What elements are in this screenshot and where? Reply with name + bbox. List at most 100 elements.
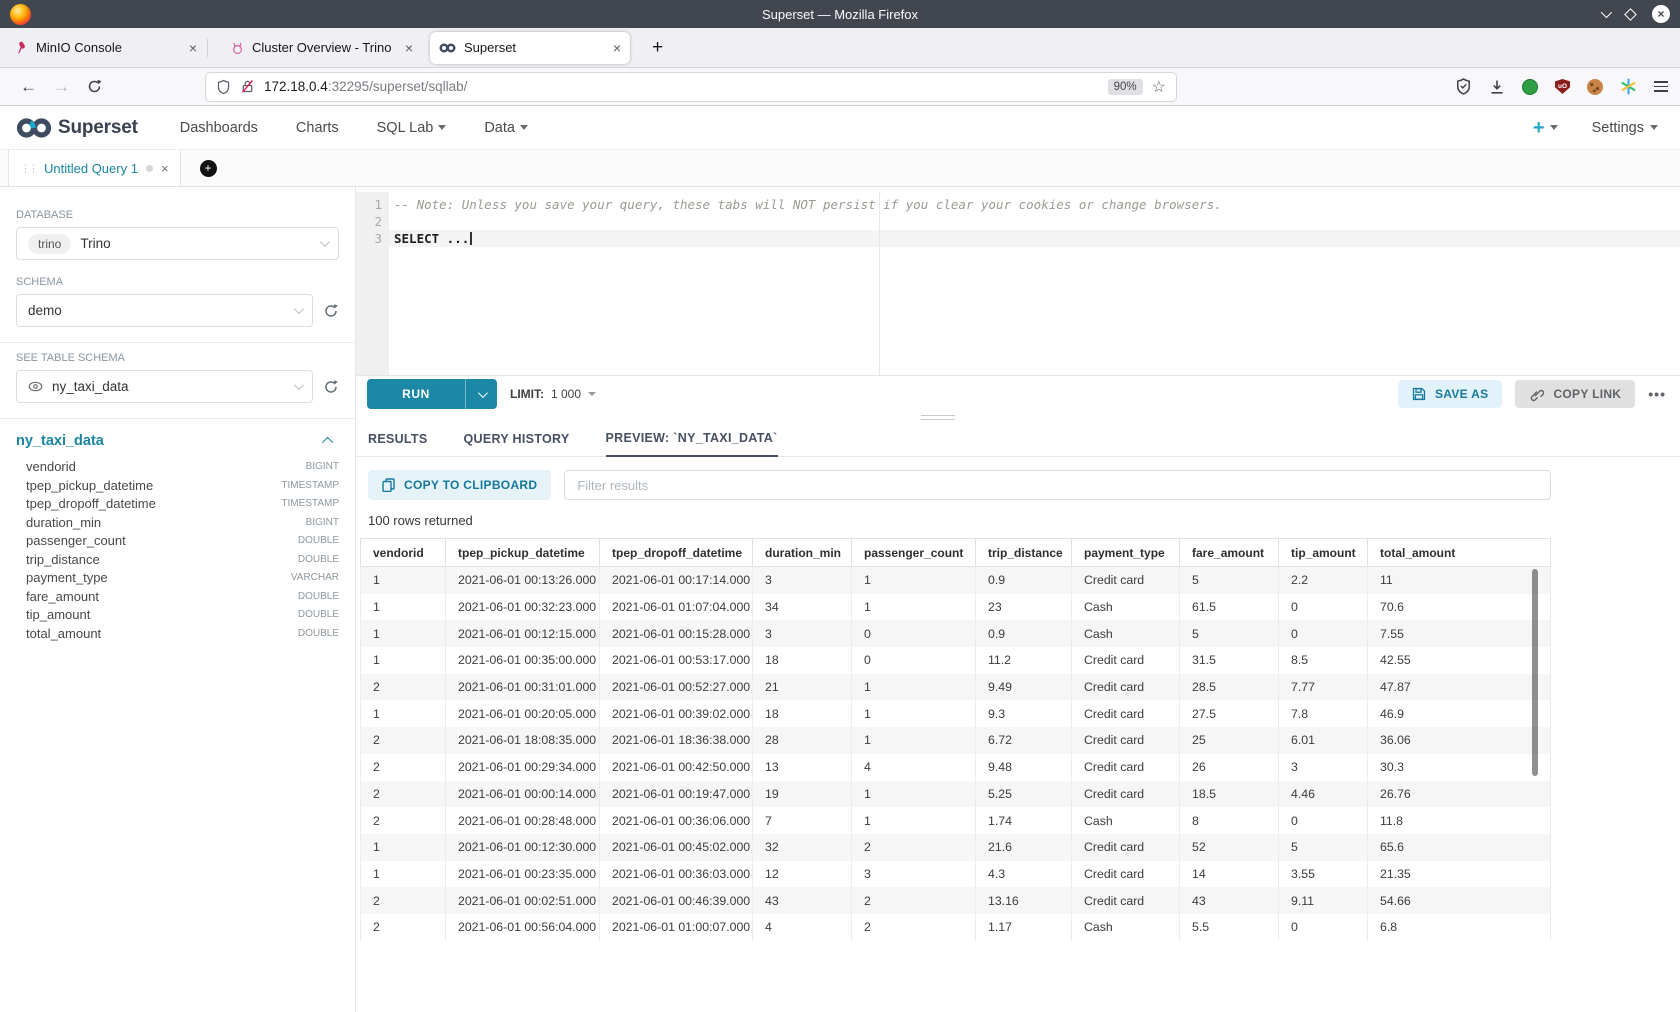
pane-resize-handle[interactable] <box>356 412 1680 424</box>
copy-icon <box>382 478 395 492</box>
extension-green-icon[interactable] <box>1522 79 1538 95</box>
column-header-total_amount[interactable]: total_amount <box>1368 539 1550 566</box>
schema-column-row: fare_amountDOUBLE <box>16 588 339 607</box>
browser-tab-superset[interactable]: Superset × <box>430 32 630 64</box>
copy-link-button[interactable]: COPY LINK <box>1515 380 1635 408</box>
tab-close-icon[interactable]: × <box>189 41 197 55</box>
filter-results-input[interactable] <box>564 470 1551 500</box>
tab-preview-ny-taxi-data[interactable]: PREVIEW: `NY_TAXI_DATA` <box>606 431 778 457</box>
column-name: tpep_dropoff_datetime <box>26 497 156 512</box>
column-header-vendorid[interactable]: vendorid <box>361 539 446 566</box>
nav-item-data[interactable]: Data <box>484 120 528 136</box>
downloads-icon[interactable] <box>1489 79 1505 95</box>
table-name-link[interactable]: ny_taxi_data <box>16 433 104 449</box>
refresh-schema-icon[interactable] <box>323 303 339 319</box>
table-cell: 9.11 <box>1279 887 1368 914</box>
column-header-tip_amount[interactable]: tip_amount <box>1279 539 1368 566</box>
window-maximize-icon[interactable] <box>1624 8 1637 21</box>
copy-to-clipboard-button[interactable]: COPY TO CLIPBOARD <box>368 470 551 500</box>
column-header-passenger_count[interactable]: passenger_count <box>852 539 976 566</box>
insecure-lock-icon[interactable] <box>240 79 255 94</box>
table-cell: 2021-06-01 00:20:05.000 <box>446 700 600 727</box>
sql-editor[interactable]: 1 2 3 -- Note: Unless you save your quer… <box>356 192 1680 376</box>
chevron-down-icon <box>438 125 446 130</box>
run-label[interactable]: RUN <box>367 379 465 409</box>
table-cell: 9.3 <box>976 700 1072 727</box>
table-cell: 1 <box>361 620 446 647</box>
url-bar[interactable]: 172.18.0.4:32295/superset/sqllab/ 90% ☆ <box>205 72 1177 102</box>
tab-results[interactable]: RESULTS <box>368 432 428 456</box>
column-header-duration_min[interactable]: duration_min <box>753 539 852 566</box>
schema-column-row: tip_amountDOUBLE <box>16 606 339 625</box>
browser-new-tab-button[interactable]: + <box>652 38 663 57</box>
table-cell: 1 <box>361 861 446 888</box>
database-select[interactable]: trino Trino <box>16 227 339 260</box>
table-cell: 7.55 <box>1368 620 1550 647</box>
new-query-tab-button[interactable]: + <box>200 160 217 177</box>
table-row: 12021-06-01 00:20:05.0002021-06-01 00:39… <box>361 700 1550 727</box>
table-cell: 2021-06-01 18:08:35.000 <box>446 727 600 754</box>
column-header-fare_amount[interactable]: fare_amount <box>1180 539 1279 566</box>
chevron-down-icon <box>520 125 528 130</box>
table-cell: 14 <box>1180 861 1279 888</box>
table-cell: 21.35 <box>1368 861 1550 888</box>
table-cell: 11 <box>1368 567 1550 594</box>
drag-handle-icon[interactable]: ⋮⋮ <box>20 162 36 175</box>
nav-item-sql-lab[interactable]: SQL Lab <box>377 120 447 136</box>
collapse-table-icon[interactable] <box>322 437 333 448</box>
reload-icon[interactable] <box>78 79 111 94</box>
column-header-tpep_pickup_datetime[interactable]: tpep_pickup_datetime <box>446 539 600 566</box>
query-tab-close-icon[interactable]: × <box>161 161 169 176</box>
table-cell: 8 <box>1180 807 1279 834</box>
table-cell: 2021-06-01 01:00:07.000 <box>600 914 753 941</box>
zoom-level-badge[interactable]: 90% <box>1108 79 1143 95</box>
nav-item-charts[interactable]: Charts <box>296 120 339 136</box>
tab-close-icon[interactable]: × <box>405 41 413 55</box>
tab-query-history[interactable]: QUERY HISTORY <box>464 432 570 456</box>
table-select[interactable]: ny_taxi_data <box>16 370 313 403</box>
tracking-shield-icon[interactable] <box>216 79 231 95</box>
table-row: 22021-06-01 00:28:48.0002021-06-01 00:36… <box>361 807 1550 834</box>
column-header-trip_distance[interactable]: trip_distance <box>976 539 1072 566</box>
table-scrollbar[interactable] <box>1532 569 1538 776</box>
table-cell: 0.9 <box>976 620 1072 647</box>
cookie-extension-icon[interactable] <box>1587 79 1603 95</box>
column-header-payment_type[interactable]: payment_type <box>1072 539 1180 566</box>
nav-item-dashboards[interactable]: Dashboards <box>180 120 258 136</box>
forward-icon[interactable]: → <box>45 77 78 97</box>
tab-close-icon[interactable]: × <box>613 41 621 55</box>
pocket-shield-icon[interactable] <box>1455 78 1472 95</box>
multicolor-asterisk-icon[interactable] <box>1620 78 1637 95</box>
results-table-header: vendoridtpep_pickup_datetimetpep_dropoff… <box>360 538 1551 567</box>
table-cell: 0 <box>1279 914 1368 941</box>
run-query-button[interactable]: RUN <box>367 379 497 409</box>
table-cell: 2021-06-01 00:29:34.000 <box>446 754 600 781</box>
back-icon[interactable]: ← <box>12 77 45 97</box>
ublock-origin-icon[interactable]: uO <box>1555 79 1570 94</box>
table-cell: 0 <box>852 620 976 647</box>
column-type: VARCHAR <box>291 571 339 586</box>
table-cell: 2021-06-01 00:36:03.000 <box>600 861 753 888</box>
table-cell: 32 <box>753 834 852 861</box>
limit-dropdown[interactable]: LIMIT: 1 000 <box>510 387 596 401</box>
window-close-icon[interactable]: × <box>1652 5 1670 23</box>
brand-title: Superset <box>58 117 138 139</box>
more-actions-button[interactable]: ••• <box>1648 386 1666 402</box>
run-options-caret[interactable] <box>465 379 497 409</box>
query-tab[interactable]: ⋮⋮ Untitled Query 1 × <box>8 150 181 186</box>
menu-hamburger-icon[interactable] <box>1654 81 1668 92</box>
column-header-tpep_dropoff_datetime[interactable]: tpep_dropoff_datetime <box>600 539 753 566</box>
window-minimize-icon[interactable] <box>1601 7 1612 18</box>
editor-code[interactable]: -- Note: Unless you save your query, the… <box>389 192 1680 375</box>
browser-tab-trino[interactable]: Cluster Overview - Trino × <box>222 32 422 64</box>
print-margin-line <box>879 192 880 375</box>
bookmark-star-icon[interactable]: ☆ <box>1152 77 1166 97</box>
editor-query-line: SELECT ... <box>394 231 469 246</box>
settings-menu[interactable]: Settings <box>1592 120 1658 136</box>
table-cell: 0 <box>852 647 976 674</box>
save-as-button[interactable]: SAVE AS <box>1398 380 1502 408</box>
refresh-tables-icon[interactable] <box>323 379 339 395</box>
browser-tab-minio[interactable]: MinIO Console × <box>6 32 206 64</box>
schema-select[interactable]: demo <box>16 294 313 327</box>
add-new-button[interactable]: + <box>1533 118 1558 138</box>
